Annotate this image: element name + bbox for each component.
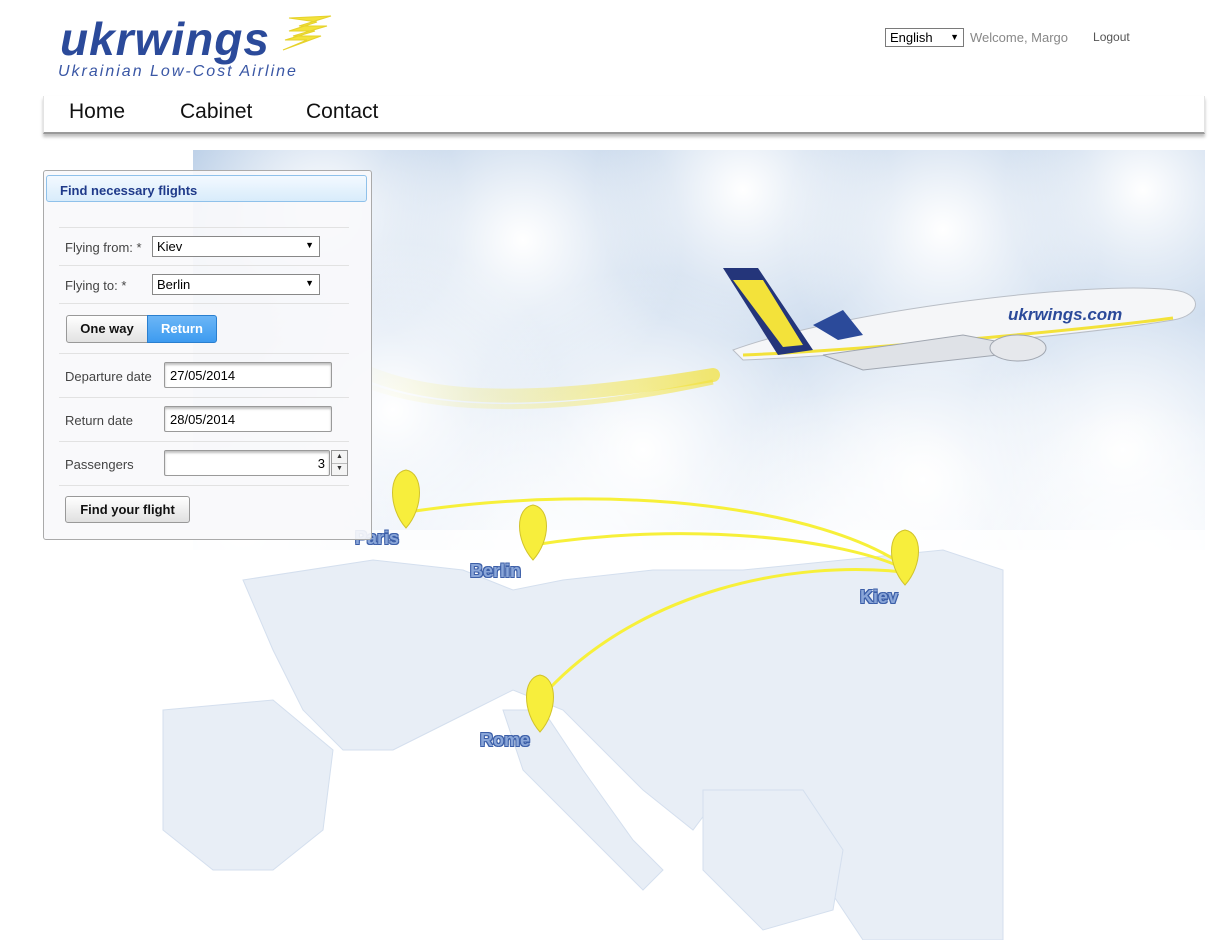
logo-wordmark: ukrwings <box>60 13 270 65</box>
flight-search-panel: Find necessary flights Flying from: * Ki… <box>43 170 372 540</box>
flying-to-label: Flying to: * <box>65 278 127 293</box>
user-bar: English ▼ Welcome, Margo Logout <box>885 27 1130 47</box>
ukrwings-logo[interactable]: ukrwings Ukrainian Low-Cost Airline <box>55 12 345 82</box>
divider <box>59 397 349 398</box>
stepper-down-icon[interactable]: ▼ <box>332 463 347 475</box>
nav-item-home[interactable]: Home <box>69 100 125 124</box>
passengers-input[interactable]: 3 <box>164 450 330 476</box>
passengers-stepper[interactable]: ▲ ▼ <box>331 450 348 476</box>
flying-to-value: Berlin <box>157 277 191 292</box>
logout-link[interactable]: Logout <box>1093 30 1130 44</box>
departure-date-input[interactable]: 27/05/2014 <box>164 362 332 388</box>
nav-item-cabinet[interactable]: Cabinet <box>180 100 252 124</box>
divider <box>59 265 349 266</box>
map-label-kiev: Kiev <box>860 587 899 607</box>
panel-title: Find necessary flights <box>46 175 367 202</box>
map-label-berlin: Berlin <box>470 561 522 581</box>
chevron-down-icon: ▼ <box>305 240 314 250</box>
return-button[interactable]: Return <box>147 315 217 343</box>
divider <box>59 485 349 486</box>
welcome-text: Welcome, Margo <box>970 29 1069 45</box>
logo-tagline: Ukrainian Low-Cost Airline <box>58 63 298 80</box>
flying-from-label: Flying from: * <box>65 240 142 255</box>
flying-from-value: Kiev <box>157 239 183 254</box>
divider <box>59 353 349 354</box>
nav-item-contact[interactable]: Contact <box>306 100 378 124</box>
language-select-value: English <box>890 29 933 45</box>
passengers-label: Passengers <box>65 457 134 472</box>
find-flight-button[interactable]: Find your flight <box>65 496 190 523</box>
logo-wing-icon <box>282 15 332 51</box>
return-date-label: Return date <box>65 413 133 428</box>
chevron-down-icon: ▼ <box>305 278 314 288</box>
divider <box>59 227 349 228</box>
main-nav: Home Cabinet Contact <box>43 96 1205 134</box>
departure-date-label: Departure date <box>65 369 152 384</box>
return-date-input[interactable]: 28/05/2014 <box>164 406 332 432</box>
flying-from-select[interactable]: Kiev ▼ <box>152 236 320 257</box>
divider <box>59 303 349 304</box>
divider <box>59 441 349 442</box>
map-label-rome: Rome <box>480 730 531 750</box>
language-select[interactable]: English ▼ <box>885 27 964 47</box>
one-way-button[interactable]: One way <box>66 315 148 343</box>
chevron-down-icon: ▼ <box>950 32 959 42</box>
plane-livery-text: ukrwings.com <box>1008 305 1122 324</box>
flying-to-select[interactable]: Berlin ▼ <box>152 274 320 295</box>
